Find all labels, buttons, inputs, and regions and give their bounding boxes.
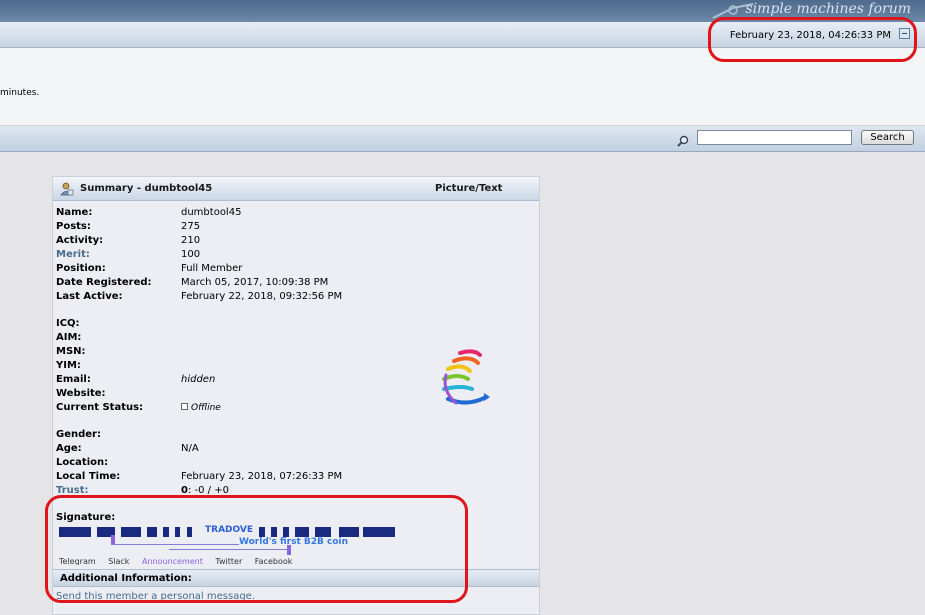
field-value: February 22, 2018, 09:32:56 PM bbox=[181, 291, 343, 302]
signature-bar bbox=[163, 527, 169, 537]
field-value: 100 bbox=[181, 249, 201, 260]
signature-slogan[interactable]: World's first B2B coin bbox=[239, 537, 348, 547]
signature-bar bbox=[271, 527, 277, 537]
field-label: ICQ: bbox=[56, 318, 80, 329]
signature-bar bbox=[187, 527, 192, 537]
field-label: Date Registered: bbox=[56, 277, 152, 288]
search-icon bbox=[677, 135, 689, 147]
field-label: Gender: bbox=[56, 429, 101, 440]
status-text: Offline bbox=[191, 403, 221, 413]
signature-links: Telegram Slack Announcement Twitter Face… bbox=[59, 557, 302, 565]
signature-bar bbox=[315, 527, 331, 537]
signature-bar bbox=[59, 527, 91, 537]
signature-bar bbox=[363, 527, 395, 537]
forum-brand-name: simple machines forum bbox=[745, 1, 911, 17]
field-label: Posts: bbox=[56, 221, 91, 232]
field-label: Location: bbox=[56, 457, 109, 468]
search-bar: Search bbox=[0, 126, 925, 152]
signature-link-slack[interactable]: Slack bbox=[108, 557, 129, 565]
signature-line bbox=[111, 544, 239, 545]
field-label: MSN: bbox=[56, 346, 86, 357]
search-button[interactable]: Search bbox=[861, 130, 914, 145]
field-label: AIM: bbox=[56, 332, 82, 343]
signature-brand[interactable]: TRADOVE bbox=[205, 525, 253, 535]
field-label: Position: bbox=[56, 263, 106, 274]
trust-value: 0: -0 / +0 bbox=[181, 485, 229, 496]
field-label: Activity: bbox=[56, 235, 104, 246]
status-checkbox-icon bbox=[181, 403, 188, 410]
field-label: YIM: bbox=[56, 360, 81, 371]
signature-line bbox=[169, 549, 289, 550]
news-area: minutes. bbox=[0, 48, 925, 126]
field-label: Local Time: bbox=[56, 471, 121, 482]
field-value: 210 bbox=[181, 235, 201, 246]
field-value: 275 bbox=[181, 221, 201, 232]
field-value: February 23, 2018, 07:26:33 PM bbox=[181, 471, 343, 482]
field-value: March 05, 2017, 10:09:38 PM bbox=[181, 277, 329, 288]
signature-bar bbox=[339, 527, 359, 537]
field-label: Name: bbox=[56, 207, 93, 218]
profile-summary-panel: Summary - dumbtool45 Picture/Text Name: … bbox=[52, 176, 540, 615]
date-bar: February 23, 2018, 04:26:33 PM bbox=[0, 22, 925, 48]
signature-bar bbox=[147, 527, 157, 537]
field-label: Last Active: bbox=[56, 291, 123, 302]
profile-header: Summary - dumbtool45 Picture/Text bbox=[53, 177, 539, 201]
user-icon bbox=[60, 182, 74, 196]
send-pm-link[interactable]: Send this member a personal message. bbox=[56, 591, 255, 602]
additional-info-title: Additional Information: bbox=[60, 573, 192, 584]
field-value: dumbtool45 bbox=[181, 207, 242, 218]
signature-bar bbox=[295, 527, 309, 537]
trust-detail: : -0 / +0 bbox=[187, 485, 229, 496]
trust-link[interactable]: Trust: bbox=[56, 485, 89, 496]
signature-bar bbox=[175, 527, 180, 537]
field-value: Full Member bbox=[181, 263, 243, 274]
trust-score: 0 bbox=[181, 485, 188, 496]
field-label: Age: bbox=[56, 443, 82, 454]
merit-link[interactable]: Merit: bbox=[56, 249, 90, 260]
field-value: hidden bbox=[181, 374, 216, 385]
signature-block: TRADOVE World's first B2B coin Telegram … bbox=[59, 525, 399, 565]
collapse-icon[interactable] bbox=[899, 28, 910, 39]
signature-link-announcement[interactable]: Announcement bbox=[142, 557, 203, 565]
signature-label: Signature: bbox=[56, 512, 116, 523]
search-input[interactable] bbox=[697, 130, 852, 145]
current-date: February 23, 2018, 04:26:33 PM bbox=[729, 30, 891, 41]
signature-bar bbox=[259, 527, 265, 537]
signature-link-facebook[interactable]: Facebook bbox=[255, 557, 293, 565]
signature-marker bbox=[287, 545, 291, 555]
field-value: N/A bbox=[181, 443, 199, 454]
signature-link-telegram[interactable]: Telegram bbox=[59, 557, 96, 565]
avatar bbox=[442, 349, 490, 405]
field-label: Website: bbox=[56, 388, 106, 399]
field-label: Current Status: bbox=[56, 402, 144, 413]
top-brand-bar: simple machines forum bbox=[0, 0, 925, 22]
news-text: minutes. bbox=[0, 88, 40, 98]
additional-info-header: Additional Information: bbox=[53, 569, 539, 587]
profile-title: Summary - dumbtool45 bbox=[80, 183, 213, 194]
field-label: Email: bbox=[56, 374, 91, 385]
signature-link-twitter[interactable]: Twitter bbox=[215, 557, 242, 565]
picture-text-heading: Picture/Text bbox=[435, 183, 503, 194]
signature-bar bbox=[283, 527, 289, 537]
signature-bar bbox=[121, 527, 141, 537]
status-value: Offline bbox=[181, 402, 221, 413]
